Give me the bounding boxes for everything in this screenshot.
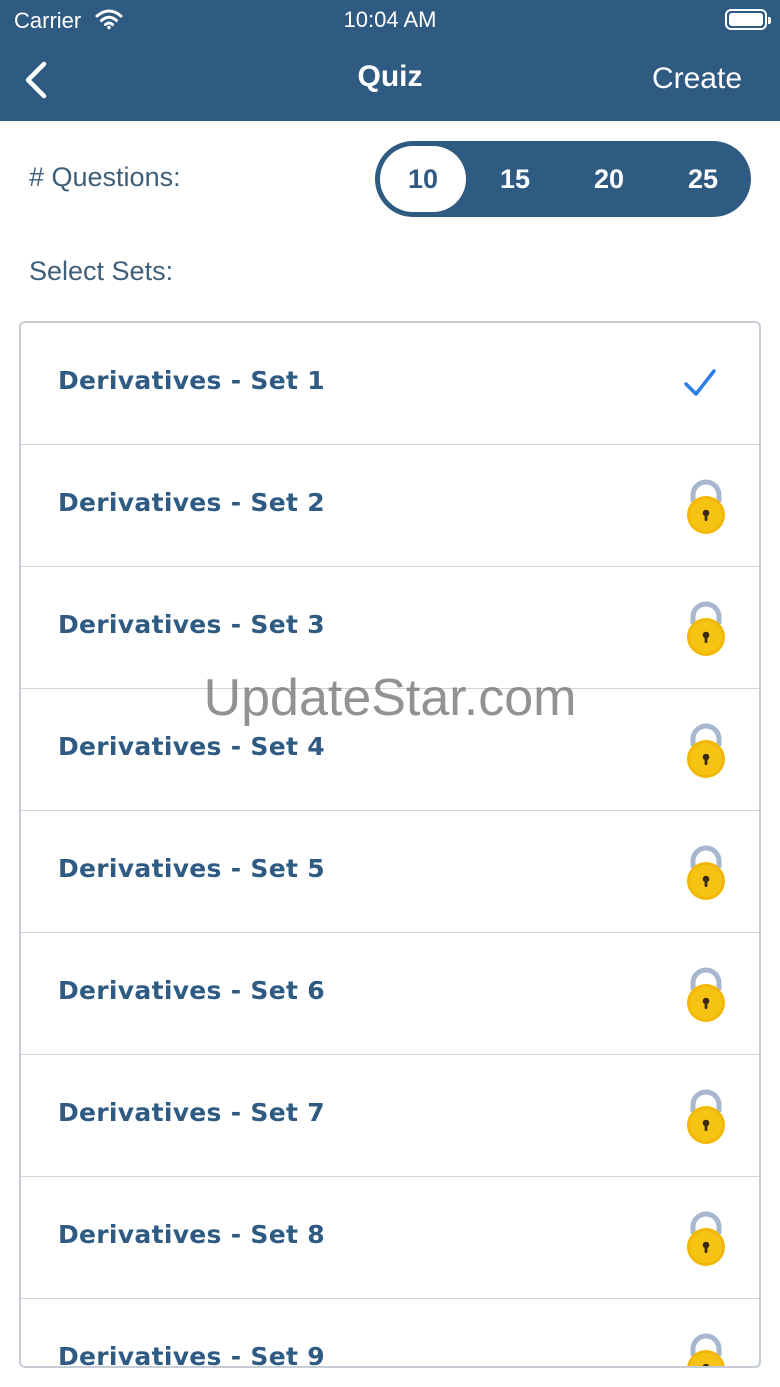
navigation-bar: Quiz Create [0, 40, 780, 121]
set-row-2[interactable]: Derivatives - Set 2 [21, 445, 759, 567]
segment-10[interactable]: 10 [380, 146, 466, 212]
segment-15[interactable]: 15 [472, 146, 558, 212]
set-row-9[interactable]: Derivatives - Set 9 [21, 1299, 759, 1368]
sets-list: Derivatives - Set 1 Derivatives - Set 2 … [19, 321, 761, 1368]
segment-25[interactable]: 25 [660, 146, 746, 212]
lock-icon [687, 601, 725, 656]
lock-icon [687, 1333, 725, 1366]
create-button[interactable]: Create [652, 62, 742, 96]
status-time: 10:04 AM [343, 7, 437, 32]
set-label: Derivatives - Set 4 [58, 732, 325, 761]
set-label: Derivatives - Set 1 [58, 366, 325, 395]
set-row-3[interactable]: Derivatives - Set 3 [21, 567, 759, 689]
set-label: Derivatives - Set 9 [58, 1342, 325, 1368]
set-row-7[interactable]: Derivatives - Set 7 [21, 1055, 759, 1177]
lock-icon [687, 479, 725, 534]
lock-icon [687, 967, 725, 1022]
set-row-4[interactable]: Derivatives - Set 4 [21, 689, 759, 811]
set-label: Derivatives - Set 6 [58, 976, 325, 1005]
set-label: Derivatives - Set 7 [58, 1098, 325, 1127]
status-bar: Carrier 10:04 AM [0, 0, 780, 40]
lock-icon [687, 723, 725, 778]
app-header: Carrier 10:04 AM Quiz Create [0, 0, 780, 121]
question-count-segmented-control: 10 15 20 25 [375, 141, 751, 217]
set-row-8[interactable]: Derivatives - Set 8 [21, 1177, 759, 1299]
select-sets-label: Select Sets: [29, 256, 174, 286]
questions-label: # Questions: [29, 162, 181, 192]
lock-icon [687, 845, 725, 900]
segment-20[interactable]: 20 [566, 146, 652, 212]
set-label: Derivatives - Set 8 [58, 1220, 325, 1249]
set-row-1[interactable]: Derivatives - Set 1 [21, 323, 759, 445]
set-row-5[interactable]: Derivatives - Set 5 [21, 811, 759, 933]
set-label: Derivatives - Set 3 [58, 610, 325, 639]
checkmark-icon [684, 369, 716, 396]
set-label: Derivatives - Set 5 [58, 854, 325, 883]
battery-icon [725, 9, 771, 30]
lock-icon [687, 1211, 725, 1266]
lock-icon [687, 1089, 725, 1144]
set-label: Derivatives - Set 2 [58, 488, 325, 517]
chevron-left-icon[interactable] [20, 58, 56, 102]
set-row-6[interactable]: Derivatives - Set 6 [21, 933, 759, 1055]
